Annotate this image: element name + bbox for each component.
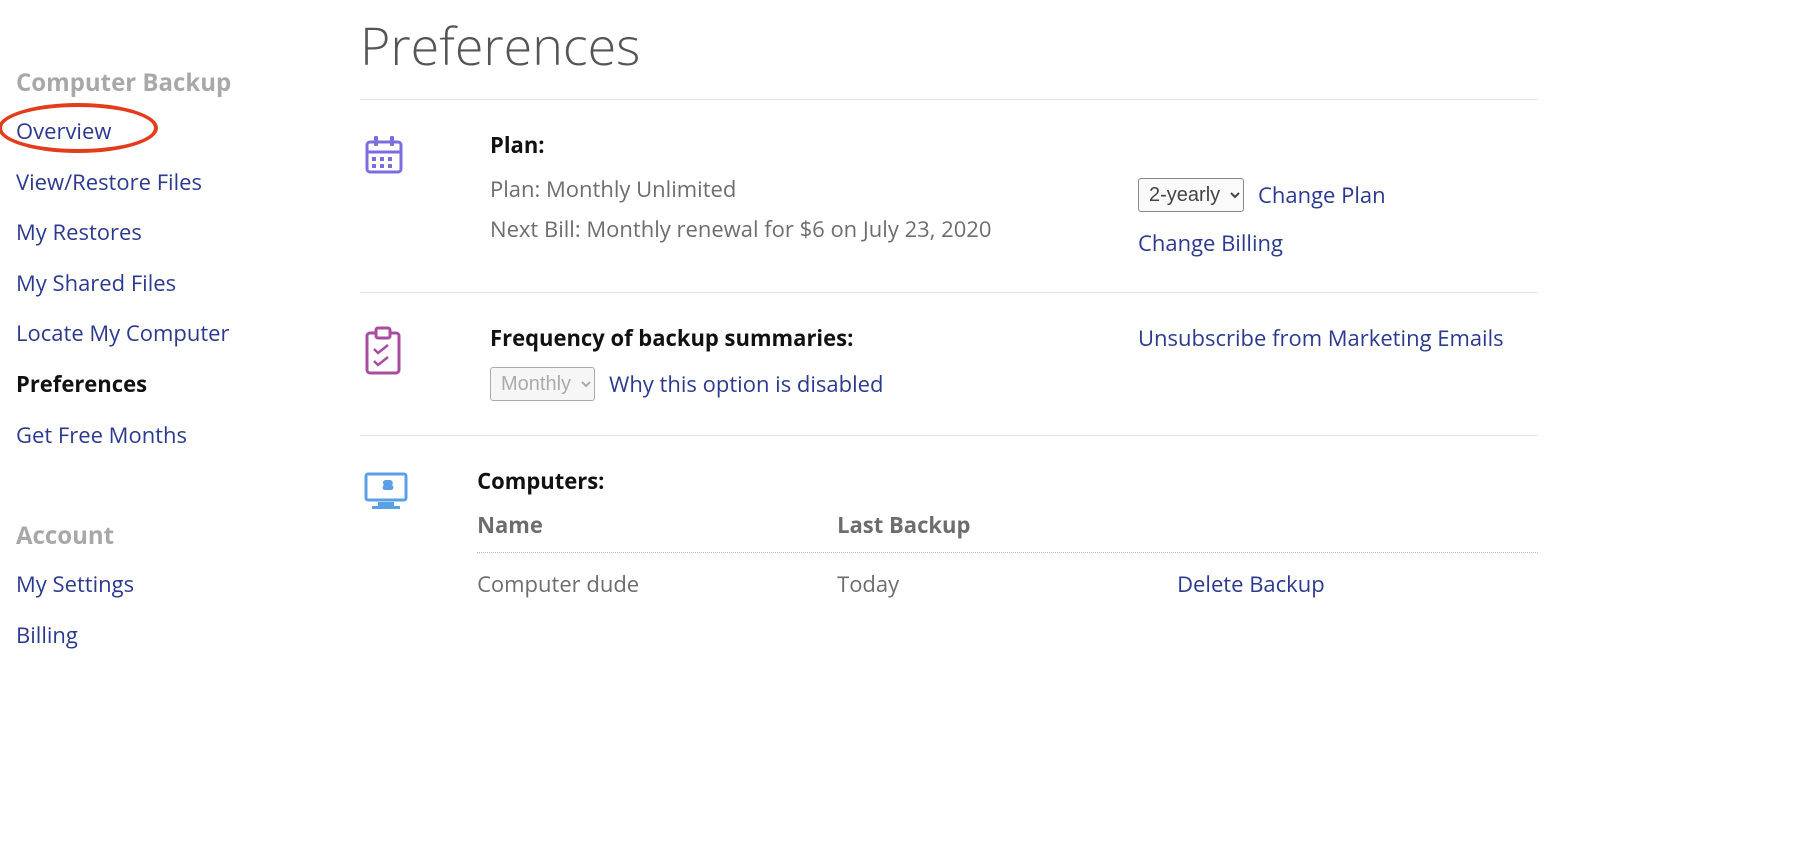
computers-table: Name Last Backup Computer dude Today Del…	[477, 510, 1538, 599]
computer-name: Computer dude	[477, 569, 837, 599]
change-billing-link[interactable]: Change Billing	[1138, 228, 1538, 258]
sidebar-item-get-free-months[interactable]: Get Free Months	[16, 421, 360, 450]
main-content: Preferences Plan: P	[360, 0, 1808, 633]
delete-backup-link[interactable]: Delete Backup	[1177, 569, 1325, 599]
computers-heading: Computers:	[477, 466, 1538, 496]
unsubscribe-marketing-link[interactable]: Unsubscribe from Marketing Emails	[1138, 323, 1538, 353]
sidebar-item-view-restore[interactable]: View/Restore Files	[16, 168, 360, 197]
sidebar-section-title-account: Account	[16, 519, 360, 552]
sidebar-section-title-backup: Computer Backup	[16, 66, 360, 99]
plan-heading: Plan:	[490, 130, 1138, 160]
sidebar-item-my-shared-files[interactable]: My Shared Files	[16, 269, 360, 298]
sidebar-item-preferences: Preferences	[16, 370, 360, 399]
sidebar: Computer Backup Overview View/Restore Fi…	[0, 0, 360, 671]
computer-last-backup: Today	[837, 569, 1177, 599]
computers-col-name: Name	[477, 510, 837, 540]
calendar-icon	[360, 130, 490, 180]
section-frequency: Frequency of backup summaries: Monthly W…	[360, 293, 1538, 436]
section-plan: Plan: Plan: Monthly Unlimited Next Bill:…	[360, 100, 1538, 293]
sidebar-item-my-restores[interactable]: My Restores	[16, 218, 360, 247]
computers-col-action	[1177, 510, 1538, 540]
section-computers: Computers: Name Last Backup Computer dud…	[360, 436, 1538, 633]
table-row: Computer dude Today Delete Backup	[477, 553, 1538, 599]
plan-name-text: Plan: Monthly Unlimited	[490, 174, 1138, 204]
why-disabled-link[interactable]: Why this option is disabled	[609, 369, 883, 399]
computers-col-last: Last Backup	[837, 510, 1177, 540]
sidebar-list-account: My Settings Billing	[16, 570, 360, 649]
clipboard-icon	[360, 323, 490, 377]
change-plan-link[interactable]: Change Plan	[1258, 180, 1386, 210]
sidebar-item-overview[interactable]: Overview	[16, 117, 360, 146]
plan-next-bill-text: Next Bill: Monthly renewal for $6 on Jul…	[490, 214, 1138, 244]
frequency-select: Monthly	[490, 367, 595, 401]
computer-icon	[360, 466, 477, 512]
sidebar-item-my-settings[interactable]: My Settings	[16, 570, 360, 599]
sidebar-list-backup: Overview View/Restore Files My Restores …	[16, 117, 360, 449]
plan-cycle-select[interactable]: 2-yearly	[1138, 178, 1244, 212]
sidebar-item-billing[interactable]: Billing	[16, 621, 360, 650]
page-title: Preferences	[360, 10, 1538, 81]
sidebar-item-locate-my-computer[interactable]: Locate My Computer	[16, 319, 360, 348]
frequency-heading: Frequency of backup summaries:	[490, 323, 1138, 353]
